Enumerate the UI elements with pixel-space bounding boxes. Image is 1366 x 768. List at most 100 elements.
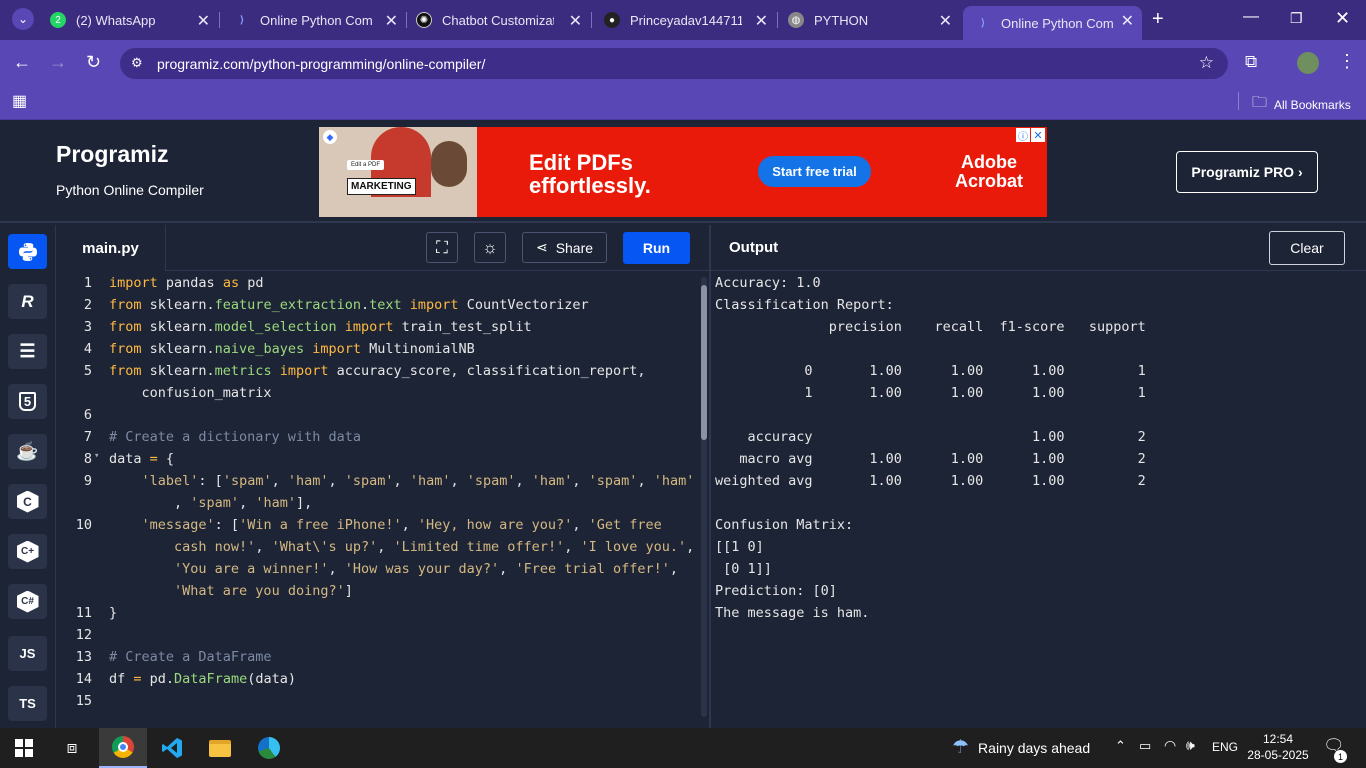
- tab-online-python-compiler[interactable]: ⟩ Online Python Comp ✕: [222, 6, 406, 34]
- ad-banner[interactable]: Edit a PDF MARKETING ◆ Edit PDFs effortl…: [319, 127, 1047, 217]
- html5-icon[interactable]: 5: [8, 384, 47, 419]
- weather-widget[interactable]: ☂ Rainy days ahead: [952, 736, 1090, 759]
- bookmark-star-icon[interactable]: ☆: [1199, 53, 1214, 73]
- address-bar[interactable]: ⚙ programiz.com/python-programming/onlin…: [120, 48, 1228, 79]
- volume-icon[interactable]: 🕪: [1186, 737, 1195, 754]
- file-tab-main-py[interactable]: main.py: [56, 225, 166, 271]
- apps-grid-icon[interactable]: ▦: [12, 91, 27, 111]
- vscode-taskbar-icon[interactable]: [150, 728, 194, 768]
- tab-search-chevron-icon[interactable]: ⌄: [12, 8, 34, 30]
- sql-icon[interactable]: ☰: [8, 334, 47, 369]
- code-line: 'message': ['Win a free iPhone!', 'Hey, …: [141, 517, 662, 533]
- ad-marketing-tag: MARKETING: [347, 178, 416, 195]
- minimize-window-icon[interactable]: —: [1243, 8, 1259, 26]
- r-icon[interactable]: R: [8, 284, 47, 319]
- ad-close-icon[interactable]: ✕: [1031, 128, 1045, 142]
- tab-python[interactable]: ◍ PYTHON ✕: [776, 6, 960, 34]
- code-editor[interactable]: 1 import pandas as pd 2 from sklearn.fea…: [56, 271, 709, 728]
- output-line: The message is ham.: [715, 605, 870, 621]
- language-sidebar: R ☰ 5 ☕ C C+ C# JS TS: [0, 225, 56, 728]
- csharp-icon[interactable]: C#: [8, 584, 47, 619]
- reload-icon[interactable]: ↻: [86, 52, 101, 73]
- battery-icon[interactable]: ▭: [1139, 738, 1151, 754]
- clock[interactable]: 12:54 28-05-2025: [1247, 731, 1309, 763]
- programiz-pro-button[interactable]: Programiz PRO ›: [1176, 151, 1318, 193]
- globe-icon: ◍: [788, 12, 804, 28]
- theme-toggle-icon[interactable]: ☼: [474, 232, 506, 263]
- code-line: cash now!', 'What\'s up?', 'Limited time…: [109, 539, 695, 555]
- editor-scrollbar-thumb[interactable]: [701, 285, 707, 440]
- code-line: confusion_matrix: [109, 385, 272, 401]
- code-line: from sklearn.feature_extraction.text imp…: [109, 297, 589, 313]
- bookmarks-bar: ▦ 🗀 All Bookmarks: [0, 86, 1366, 120]
- umbrella-icon: ☂: [952, 737, 970, 758]
- close-tab-icon[interactable]: ✕: [939, 11, 952, 31]
- close-tab-icon[interactable]: ✕: [197, 11, 210, 31]
- tab-chatbot-customization[interactable]: ✺ Chatbot Customizatio ✕: [404, 6, 590, 34]
- new-tab-icon[interactable]: +: [1152, 8, 1164, 31]
- browser-tab-strip: ⌄ 2 (2) WhatsApp ✕ ⟩ Online Python Comp …: [0, 0, 1366, 40]
- windows-start-icon[interactable]: [2, 728, 46, 768]
- output-line: Accuracy: 1.0: [715, 275, 821, 291]
- java-icon[interactable]: ☕: [8, 434, 47, 469]
- extensions-icon[interactable]: ⧉: [1245, 52, 1257, 72]
- share-button[interactable]: ⋖ Share: [522, 232, 607, 263]
- forward-icon[interactable]: →: [49, 52, 67, 73]
- url-text: programiz.com/python-programming/online-…: [157, 55, 486, 72]
- output-line: weighted avg 1.00 1.00 1.00 2: [715, 473, 1146, 489]
- close-tab-icon[interactable]: ✕: [1121, 11, 1134, 31]
- output-title: Output: [729, 239, 779, 256]
- output-line: [0 1]]: [715, 561, 772, 577]
- editor-header: main.py ⛶ ☼ ⋖ Share Run: [56, 225, 709, 271]
- close-tab-icon[interactable]: ✕: [569, 11, 582, 31]
- tab-whatsapp[interactable]: 2 (2) WhatsApp ✕: [38, 6, 218, 34]
- edge-taskbar-icon[interactable]: [247, 728, 291, 768]
- file-explorer-icon[interactable]: [198, 728, 242, 768]
- output-line: Confusion Matrix:: [715, 517, 854, 533]
- c-icon[interactable]: C: [8, 484, 47, 519]
- output-line: [[1 0]: [715, 539, 764, 555]
- code-line: data = {: [109, 451, 175, 467]
- cpp-icon[interactable]: C+: [8, 534, 47, 569]
- output-console: Accuracy: 1.0 Classification Report: pre…: [711, 271, 1366, 728]
- ad-photo: Edit a PDF MARKETING: [319, 127, 477, 217]
- browser-menu-icon[interactable]: ⋮: [1338, 51, 1356, 72]
- back-icon[interactable]: ←: [13, 52, 31, 73]
- openai-icon: ✺: [416, 12, 432, 28]
- language-indicator[interactable]: ENG: [1212, 740, 1238, 754]
- output-header: Output Clear: [711, 225, 1366, 271]
- wifi-icon[interactable]: ◠: [1164, 737, 1176, 754]
- close-tab-icon[interactable]: ✕: [755, 11, 768, 31]
- run-button[interactable]: Run: [623, 232, 690, 264]
- restore-window-icon[interactable]: ❐: [1290, 10, 1303, 27]
- fold-arrow-icon[interactable]: ▾: [94, 451, 99, 461]
- programiz-logo[interactable]: Programiz: [56, 141, 168, 168]
- output-line: Classification Report:: [715, 297, 894, 313]
- output-line: precision recall f1-score support: [715, 319, 1146, 335]
- code-line: 'What are you doing?']: [174, 583, 353, 599]
- ad-cta-button[interactable]: Start free trial: [758, 156, 871, 187]
- close-tab-icon[interactable]: ✕: [385, 11, 398, 31]
- code-line: from sklearn.metrics import accuracy_sco…: [109, 363, 646, 379]
- editor-scrollbar[interactable]: [701, 277, 707, 717]
- ad-headline: Edit PDFs effortlessly.: [529, 150, 651, 198]
- ad-info-icon[interactable]: ⓘ: [1016, 128, 1030, 143]
- javascript-icon[interactable]: JS: [8, 636, 47, 671]
- typescript-icon[interactable]: TS: [8, 686, 47, 721]
- profile-avatar[interactable]: [1297, 52, 1319, 74]
- tab-github[interactable]: ● Princeyadav144711/A ✕: [592, 6, 776, 34]
- clear-button[interactable]: Clear: [1269, 231, 1345, 265]
- close-window-icon[interactable]: ✕: [1335, 8, 1350, 29]
- fullscreen-icon[interactable]: ⛶: [426, 232, 458, 263]
- show-hidden-icons[interactable]: ⌃: [1115, 738, 1126, 754]
- all-bookmarks[interactable]: 🗀 All Bookmarks: [1252, 92, 1351, 117]
- python-icon[interactable]: [8, 234, 47, 269]
- output-line: 1 1.00 1.00 1.00 1: [715, 385, 1146, 401]
- tab-online-python-compiler-active[interactable]: ⟩ Online Python Comp ✕: [963, 6, 1142, 40]
- task-view-icon[interactable]: ⧈: [50, 728, 94, 768]
- chrome-taskbar-icon[interactable]: [99, 728, 147, 768]
- site-info-icon[interactable]: ⚙: [131, 55, 143, 71]
- output-line: accuracy 1.00 2: [715, 429, 1146, 445]
- ad-small-tag: Edit a PDF: [347, 160, 385, 170]
- code-line: }: [109, 605, 118, 621]
